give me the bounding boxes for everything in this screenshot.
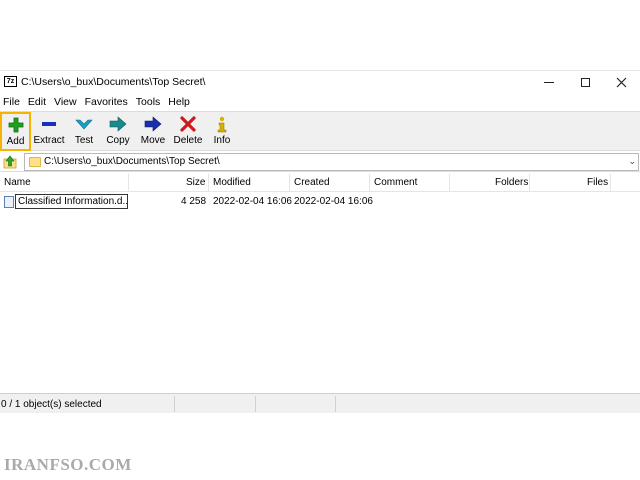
plus-icon	[7, 116, 25, 134]
chevron-down-icon[interactable]: ⌄	[628, 156, 636, 167]
address-bar: C:\Users\o_bux\Documents\Top Secret\ ⌄	[0, 152, 640, 172]
menu-view[interactable]: View	[54, 94, 82, 110]
menu-help[interactable]: Help	[168, 94, 195, 110]
copy-arrow-icon	[109, 115, 127, 133]
path-input[interactable]: C:\Users\o_bux\Documents\Top Secret\ ⌄	[24, 153, 639, 171]
move-button[interactable]: Move	[138, 113, 168, 150]
column-name[interactable]: Name	[4, 177, 31, 188]
up-arrow-icon	[3, 155, 17, 168]
copy-button[interactable]: Copy	[104, 113, 132, 150]
menu-edit[interactable]: Edit	[28, 94, 51, 110]
status-divider	[335, 396, 336, 412]
menu-favorites[interactable]: Favorites	[85, 94, 133, 110]
file-manager-window: 7z C:\Users\o_bux\Documents\Top Secret\ …	[0, 70, 640, 413]
info-label: Info	[213, 135, 231, 146]
file-modified: 2022-02-04 16:06	[213, 196, 292, 207]
maximize-icon	[580, 77, 590, 87]
menu-bar: File Edit View Favorites Tools Help	[0, 94, 640, 110]
column-divider	[449, 174, 450, 192]
column-divider	[208, 174, 209, 192]
status-bar: 0 / 1 object(s) selected	[0, 393, 640, 413]
site-watermark: IRANFSO.COM	[4, 455, 132, 474]
folder-icon	[29, 157, 41, 167]
delete-label: Delete	[173, 135, 203, 146]
path-text: C:\Users\o_bux\Documents\Top Secret\	[44, 156, 220, 167]
column-divider	[529, 174, 530, 192]
extract-button[interactable]: Extract	[33, 113, 65, 150]
minus-icon	[40, 115, 58, 133]
info-icon	[213, 115, 231, 133]
column-size[interactable]: Size	[186, 177, 205, 188]
column-files[interactable]: Files	[587, 177, 608, 188]
menu-tools[interactable]: Tools	[136, 94, 166, 110]
toolbar: Add Extract Test Copy Move Delete Info	[0, 111, 640, 151]
app-logo-icon: 7z	[4, 76, 17, 87]
minimize-button[interactable]	[530, 71, 568, 93]
document-icon	[4, 196, 14, 208]
checkmark-icon	[75, 115, 93, 133]
column-divider	[610, 174, 611, 192]
move-arrow-icon	[144, 115, 162, 133]
minimize-icon	[544, 81, 554, 83]
column-header-row: Name Size Modified Created Comment Folde…	[0, 174, 640, 192]
extract-label: Extract	[33, 135, 65, 146]
title-bar: 7z C:\Users\o_bux\Documents\Top Secret\	[0, 71, 640, 93]
add-button[interactable]: Add	[0, 112, 31, 151]
test-label: Test	[74, 135, 94, 146]
test-button[interactable]: Test	[70, 113, 98, 150]
file-row[interactable]: Classified Information.d... 4 258 2022-0…	[0, 194, 640, 210]
menu-file[interactable]: File	[3, 94, 25, 110]
delete-button[interactable]: Delete	[172, 113, 204, 150]
file-size: 4 258	[181, 196, 207, 207]
up-folder-button[interactable]	[1, 153, 19, 170]
column-divider	[128, 174, 129, 192]
status-divider	[174, 396, 175, 412]
column-divider	[289, 174, 290, 192]
add-label: Add	[6, 136, 25, 147]
window-title: C:\Users\o_bux\Documents\Top Secret\	[21, 76, 206, 88]
copy-label: Copy	[106, 135, 130, 146]
column-comment[interactable]: Comment	[374, 177, 417, 188]
column-created[interactable]: Created	[294, 177, 330, 188]
column-divider	[369, 174, 370, 192]
close-icon	[616, 77, 626, 87]
column-modified[interactable]: Modified	[213, 177, 251, 188]
move-label: Move	[140, 135, 166, 146]
file-name[interactable]: Classified Information.d...	[15, 194, 128, 209]
status-divider	[255, 396, 256, 412]
column-folders[interactable]: Folders	[495, 177, 528, 188]
file-created: 2022-02-04 16:06	[294, 196, 373, 207]
selection-status: 0 / 1 object(s) selected	[1, 399, 102, 410]
info-button[interactable]: Info	[210, 113, 234, 150]
close-button[interactable]	[602, 71, 640, 93]
delete-x-icon	[179, 115, 197, 133]
maximize-button[interactable]	[566, 71, 604, 93]
